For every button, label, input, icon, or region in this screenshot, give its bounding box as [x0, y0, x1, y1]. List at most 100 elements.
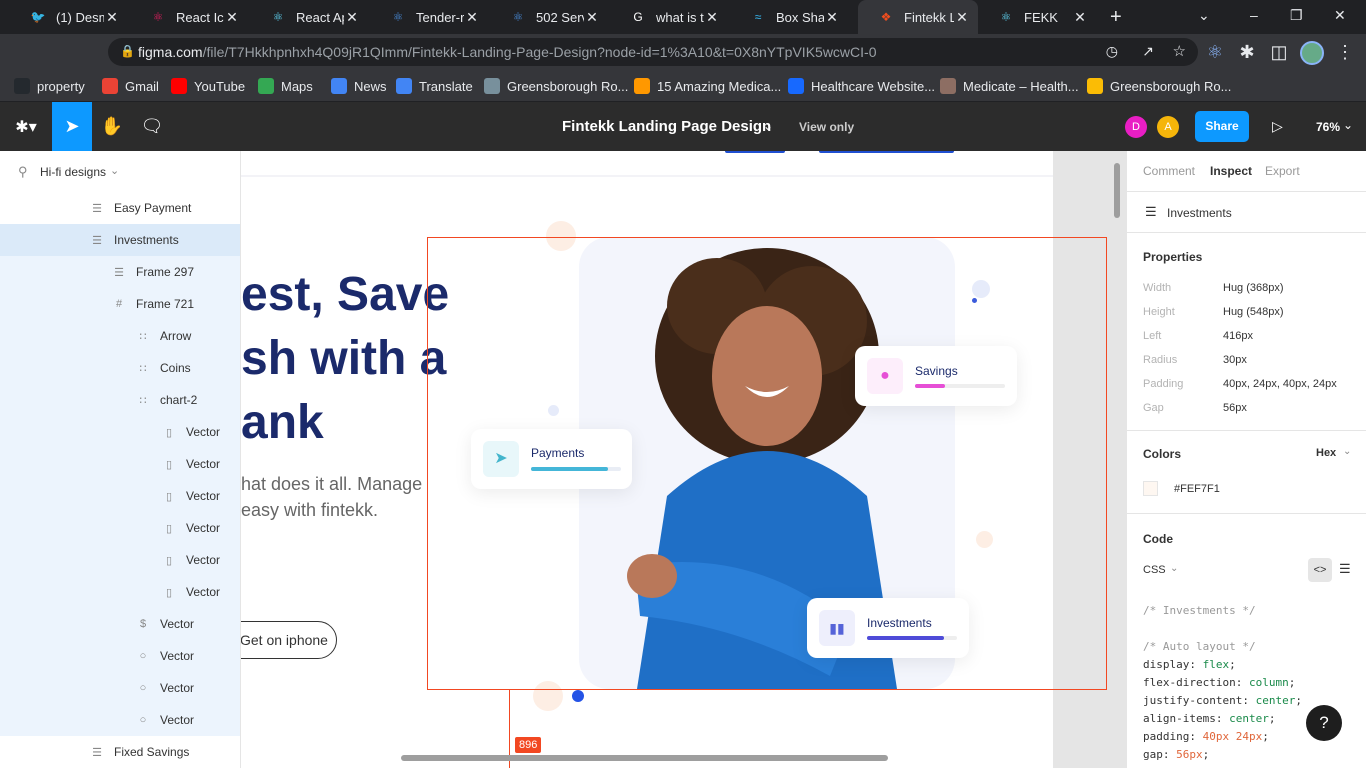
layer-row[interactable]: ∷ Arrow [0, 320, 240, 352]
chevron-down-icon[interactable]: ⌄ [1170, 563, 1178, 574]
bookmark-item[interactable]: Healthcare Website... [788, 76, 935, 96]
layer-row[interactable]: $ Vector [0, 608, 240, 640]
tab-comment[interactable]: Comment [1143, 164, 1195, 178]
layer-row[interactable]: ☰ Fixed Savings [0, 736, 240, 768]
layer-row[interactable]: ○ Vector [0, 672, 240, 704]
performance-icon[interactable]: ◷ [1106, 43, 1118, 60]
zoom-level[interactable]: 76% [1316, 120, 1340, 134]
layer-row[interactable]: ☰ Easy Payment [0, 192, 240, 224]
close-tab-icon[interactable]: ✕ [104, 9, 120, 26]
chevron-down-icon[interactable]: ⌄ [110, 164, 119, 177]
layer-row[interactable]: ∷ Coins [0, 352, 240, 384]
collaborator-avatar[interactable]: D [1125, 116, 1147, 138]
close-tab-icon[interactable]: ✕ [224, 9, 240, 26]
tab-inspect[interactable]: Inspect [1210, 164, 1252, 178]
chrome-menu-icon[interactable]: ⋮ [1334, 41, 1356, 63]
browser-tab[interactable]: ⚛ Tender-ror✕ [370, 0, 488, 34]
property-value[interactable]: 56px [1223, 402, 1247, 414]
browser-tab[interactable]: ⚛ React App✕ [250, 0, 368, 34]
browser-tab[interactable]: ❖ Fintekk Lan✕ [858, 0, 978, 34]
bookmark-item[interactable]: Translate [396, 76, 473, 96]
layer-row[interactable]: ∷ chart-2 [0, 384, 240, 416]
minimize-icon[interactable]: – [1250, 7, 1258, 23]
layer-row[interactable]: ▯ Vector [0, 448, 240, 480]
bookmark-star-icon[interactable]: ☆ [1173, 42, 1186, 60]
get-on-iphone-button[interactable]: Get on iphone [241, 621, 337, 659]
layer-row[interactable]: ▯ Vector [0, 544, 240, 576]
browser-tab[interactable]: 🐦 (1) Desmon✕ [10, 0, 128, 34]
layer-row[interactable]: ▯ Vector [0, 480, 240, 512]
comment-tool-icon[interactable]: 🗨 [132, 102, 172, 151]
layer-row[interactable]: ▯ Vector [0, 416, 240, 448]
layer-row[interactable]: ▯ Vector [0, 576, 240, 608]
code-language-select[interactable]: CSS [1143, 564, 1166, 576]
bookmark-item[interactable]: Medicate – Health... [940, 76, 1079, 96]
close-tab-icon[interactable]: ✕ [824, 9, 840, 26]
restore-icon[interactable]: ❐ [1290, 7, 1303, 24]
bookmark-item[interactable]: property [14, 76, 85, 96]
property-value[interactable]: Hug (548px) [1223, 306, 1284, 318]
collaborator-avatar[interactable]: A [1157, 116, 1179, 138]
list-view-icon[interactable]: ☰ [1339, 561, 1351, 577]
layer-row[interactable]: ☰ Frame 297 [0, 256, 240, 288]
browser-tab[interactable]: Gwhat is the✕ [610, 0, 728, 34]
bookmark-item[interactable]: 15 Amazing Medica... [634, 76, 781, 96]
share-page-icon[interactable]: ↗ [1142, 43, 1154, 60]
chevron-down-icon[interactable]: ⌄ [1343, 446, 1351, 457]
property-value[interactable]: 40px, 24px, 40px, 24px [1223, 378, 1337, 390]
color-format-select[interactable]: Hex [1316, 447, 1336, 459]
tab-search-icon[interactable]: ⌄ [1198, 7, 1210, 24]
code-view-icon[interactable]: <> [1308, 558, 1332, 582]
side-panel-icon[interactable]: ◫ [1268, 41, 1290, 63]
bookmark-item[interactable]: Gmail [102, 76, 159, 96]
design-canvas[interactable]: est, Save sh with a ank hat does it all.… [241, 151, 1126, 768]
extensions-icon[interactable]: ✱ [1236, 41, 1258, 63]
property-value[interactable]: 416px [1223, 330, 1253, 342]
bookmark-item[interactable]: Maps [258, 76, 313, 96]
bookmark-label: News [354, 78, 387, 94]
present-play-icon[interactable]: ▷ [1272, 118, 1283, 135]
profile-avatar[interactable] [1300, 41, 1324, 65]
browser-tab[interactable]: ≈ Box Shado✕ [730, 0, 848, 34]
page-selector[interactable]: Hi-fi designs [40, 165, 106, 179]
chevron-down-icon[interactable]: ⌄ [763, 119, 773, 133]
browser-tab[interactable]: ⚛ React Icon✕ [130, 0, 248, 34]
share-button[interactable]: Share [1195, 111, 1249, 142]
close-window-icon[interactable]: ✕ [1334, 7, 1346, 24]
move-tool-icon[interactable]: ➤ [52, 102, 92, 151]
layer-row[interactable]: # Frame 721 [0, 288, 240, 320]
bookmark-item[interactable]: News [331, 76, 387, 96]
browser-tab[interactable]: ⚛ 502 Server✕ [490, 0, 608, 34]
close-tab-icon[interactable]: ✕ [1072, 9, 1088, 26]
file-title[interactable]: Fintekk Landing Page Design [562, 118, 771, 135]
new-tab-icon[interactable]: + [1110, 6, 1122, 29]
layer-row[interactable]: ○ Vector [0, 704, 240, 736]
horizontal-scrollbar[interactable] [401, 755, 888, 761]
close-tab-icon[interactable]: ✕ [344, 9, 360, 26]
hand-tool-icon[interactable]: ✋ [92, 102, 132, 151]
browser-tab[interactable]: ⚛ FEKK ✕ [978, 0, 1096, 34]
color-swatch[interactable] [1143, 481, 1158, 496]
close-tab-icon[interactable]: ✕ [954, 9, 970, 26]
close-tab-icon[interactable]: ✕ [464, 9, 480, 26]
vertical-scrollbar[interactable] [1114, 163, 1120, 218]
bookmark-item[interactable]: YouTube [171, 76, 245, 96]
react-devtools-icon[interactable]: ⚛ [1204, 41, 1226, 63]
help-button[interactable]: ? [1306, 705, 1342, 741]
tab-export[interactable]: Export [1265, 164, 1300, 178]
search-icon[interactable]: ⚲ [18, 164, 28, 180]
layer-row[interactable]: ☰ Investments [0, 224, 240, 256]
close-tab-icon[interactable]: ✕ [584, 9, 600, 26]
bookmark-item[interactable]: Greensborough Ro... [484, 76, 628, 96]
layer-row[interactable]: ▯ Vector [0, 512, 240, 544]
chevron-down-icon[interactable]: ⌄ [1343, 118, 1353, 132]
figma-menu-icon[interactable]: ✱▾ [4, 102, 48, 151]
close-tab-icon[interactable]: ✕ [704, 9, 720, 26]
address-bar[interactable]: 🔒 figma.com/file/T7Hkkhpnhxh4Q09jR1QImm/… [108, 38, 1198, 66]
properties-heading: Properties [1143, 250, 1203, 264]
property-value[interactable]: Hug (368px) [1223, 282, 1284, 294]
bookmark-item[interactable]: Greensborough Ro... [1087, 76, 1231, 96]
color-hex-value[interactable]: #FEF7F1 [1174, 483, 1220, 495]
layer-row[interactable]: ○ Vector [0, 640, 240, 672]
property-value[interactable]: 30px [1223, 354, 1247, 366]
